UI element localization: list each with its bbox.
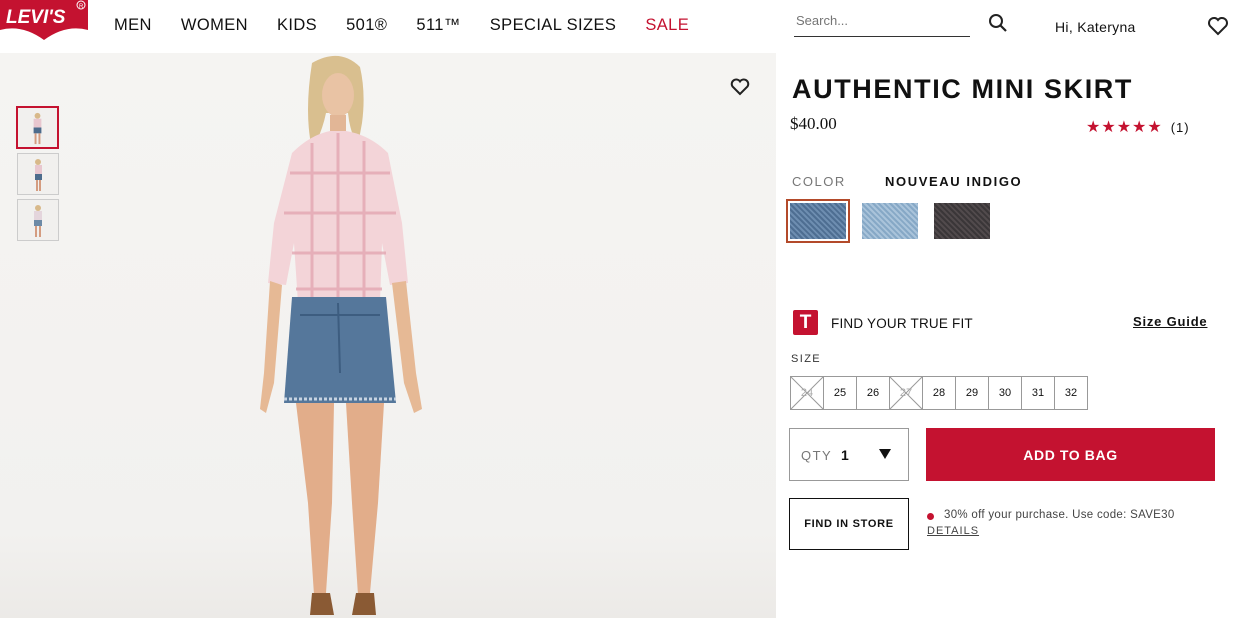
quantity-select[interactable]: QTY 1 (789, 428, 909, 481)
nav-501[interactable]: 501® (346, 16, 387, 35)
promo-details-link[interactable]: DETAILS (927, 525, 979, 537)
size-option[interactable]: 31 (1022, 377, 1055, 409)
svg-text:LEVI'S: LEVI'S (6, 7, 66, 28)
promo-bullet-icon (927, 513, 934, 520)
main-nav: MEN WOMEN KIDS 501® 511™ SPECIAL SIZES S… (114, 16, 718, 35)
nav-men[interactable]: MEN (114, 16, 152, 35)
svg-text:R: R (79, 4, 84, 10)
user-greeting[interactable]: Hi, Kateryna (1055, 19, 1136, 35)
size-label: SIZE (791, 353, 822, 365)
levis-logo[interactable]: LEVI'S R (0, 0, 90, 40)
product-gallery (0, 53, 776, 618)
size-option[interactable]: 25 (824, 377, 857, 409)
site-header: LEVI'S R MEN WOMEN KIDS 501® 511™ SPECIA… (0, 0, 1259, 53)
wishlist-heart-icon[interactable] (1207, 16, 1229, 36)
promo-text: 30% off your purchase. Use code: SAVE30 (944, 509, 1175, 521)
qty-value: 1 (841, 447, 849, 463)
size-option[interactable]: 28 (923, 377, 956, 409)
search-box (794, 10, 970, 37)
product-rating[interactable]: ★★★★★ (1) (1086, 117, 1190, 137)
size-option[interactable]: 32 (1055, 377, 1087, 409)
color-swatch-light-wash[interactable] (862, 203, 918, 239)
size-selector: 24 25 26 27 28 29 30 31 32 (790, 376, 1088, 410)
product-price: $40.00 (790, 114, 837, 133)
qty-label: QTY (801, 448, 833, 463)
size-option[interactable]: 26 (857, 377, 890, 409)
true-fit-icon[interactable]: T (793, 310, 818, 335)
size-option-unavailable[interactable]: 27 (890, 377, 923, 409)
size-option[interactable]: 30 (989, 377, 1022, 409)
color-swatch-nouveau-indigo[interactable] (786, 199, 850, 243)
gallery-thumbnail[interactable] (17, 199, 59, 241)
gallery-thumbnail[interactable] (16, 106, 59, 149)
nav-special-sizes[interactable]: SPECIAL SIZES (490, 16, 617, 35)
add-to-bag-button[interactable]: ADD TO BAG (926, 428, 1215, 481)
product-model-image (260, 55, 422, 615)
nav-kids[interactable]: KIDS (277, 16, 317, 35)
nav-sale[interactable]: SALE (645, 16, 689, 35)
color-label: COLOR (792, 174, 846, 189)
search-input[interactable] (794, 10, 968, 31)
true-fit-link[interactable]: FIND YOUR TRUE FIT (831, 316, 973, 331)
model-thumbnail-image (35, 159, 42, 191)
product-title: AUTHENTIC MINI SKIRT (792, 74, 1133, 104)
selected-color-name: NOUVEAU INDIGO (885, 174, 1023, 189)
rating-stars-icon: ★★★★★ (1086, 119, 1163, 136)
dropdown-arrow-icon (879, 449, 891, 459)
nav-women[interactable]: WOMEN (181, 16, 248, 35)
add-to-wishlist-heart-icon[interactable] (729, 77, 751, 97)
model-thumbnail-image (34, 205, 42, 237)
gallery-thumbnail[interactable] (17, 153, 59, 195)
nav-511[interactable]: 511™ (416, 16, 460, 35)
size-option[interactable]: 29 (956, 377, 989, 409)
model-thumbnail-image (33, 112, 42, 145)
find-in-store-button[interactable]: FIND IN STORE (789, 498, 909, 550)
size-guide-link[interactable]: Size Guide (1133, 314, 1207, 329)
search-icon[interactable] (988, 13, 1008, 33)
size-option-unavailable[interactable]: 24 (791, 377, 824, 409)
review-count[interactable]: (1) (1171, 120, 1190, 135)
color-swatch-black[interactable] (934, 203, 990, 239)
